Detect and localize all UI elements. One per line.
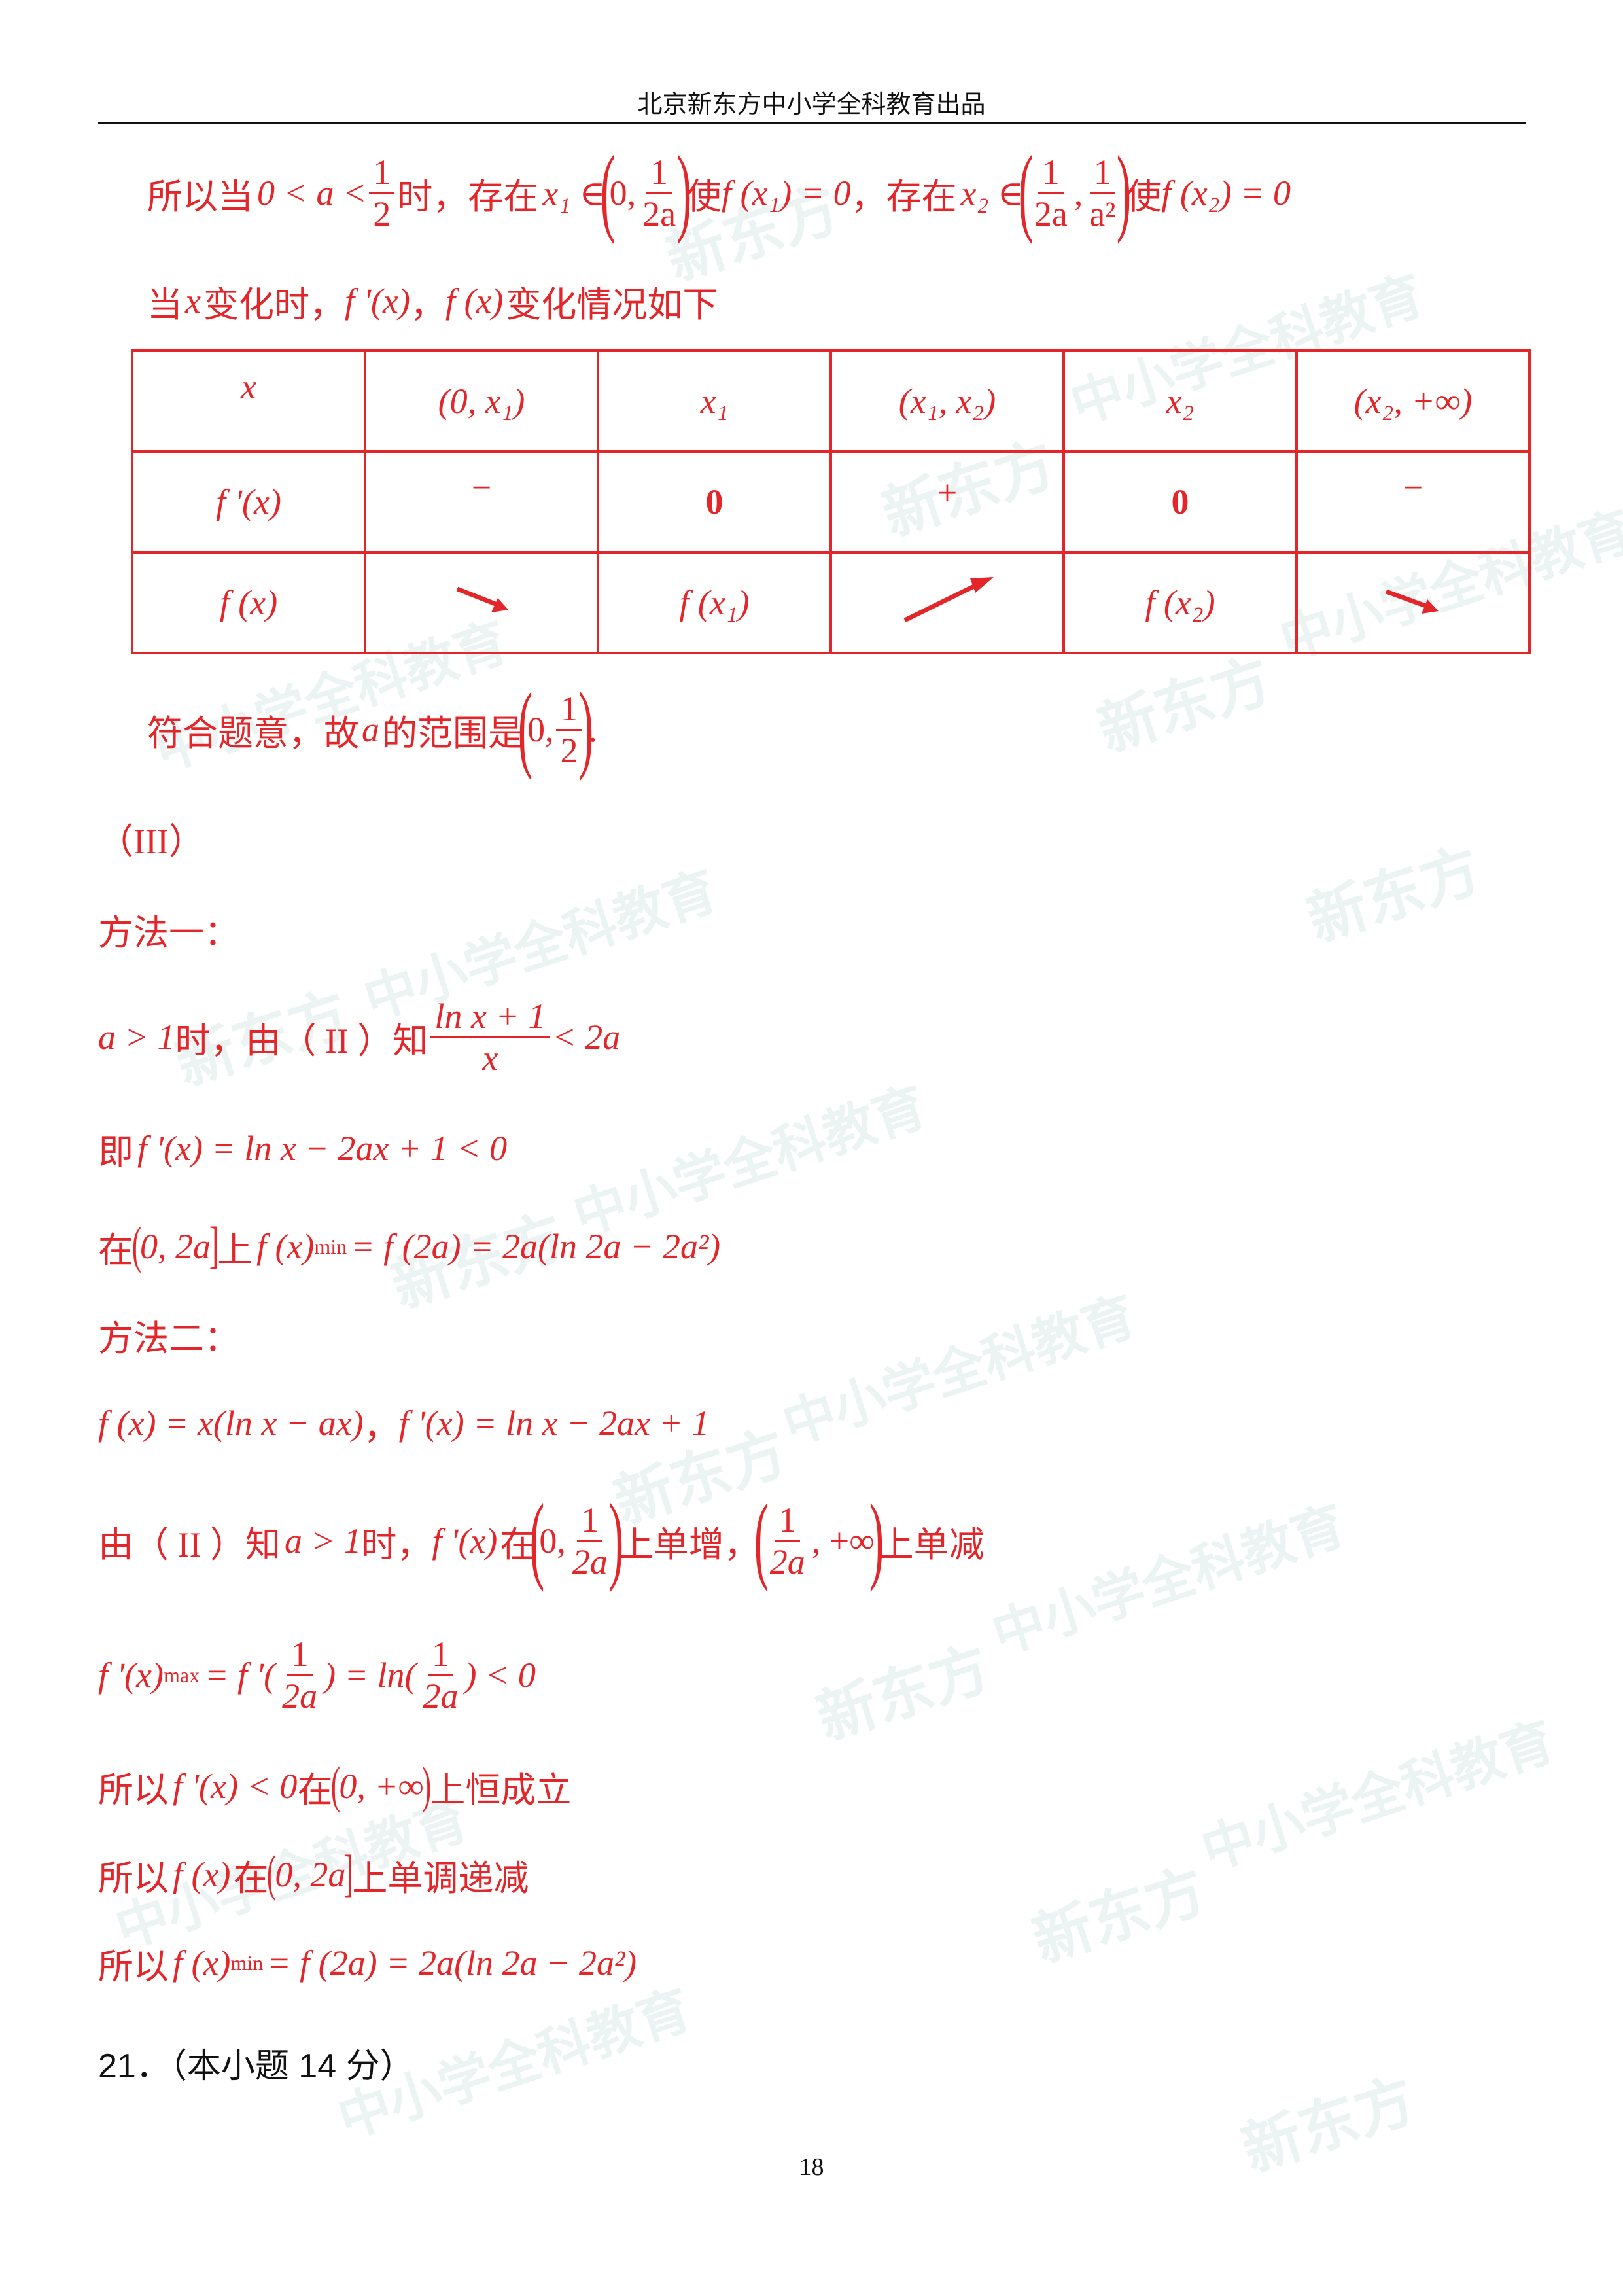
text: 时，存在 <box>397 177 539 217</box>
method-2-title: 方法二： <box>98 1318 239 1358</box>
method-2-line-2: 由（ II ）知 a > 1 时， f '(x) 在 ( 0, 1 2a ) 上单… <box>98 1484 985 1593</box>
method-2-line-3: f '(x) max = f '( 1 2a ) = ln( 1 2a ) < 0 <box>98 1634 536 1716</box>
method-2-line-6: 所以 f (x) min = f (2a) = 2a(ln 2a − 2a²) <box>98 1943 637 1987</box>
fraction-half: 12 <box>369 154 395 232</box>
table-cell <box>829 551 1065 654</box>
table-cell: x₁ <box>597 349 832 453</box>
table-cell: 0 <box>597 450 832 554</box>
page-header-title: 北京新东方中小学全科教育出品 <box>637 91 986 118</box>
table-cell: f (x₂) <box>1062 551 1298 654</box>
text: 所以当 <box>147 177 253 217</box>
fraction: 1 2a <box>282 1634 318 1716</box>
fraction: 1 a² <box>1089 152 1116 234</box>
table-cell: x₂ <box>1062 349 1298 453</box>
table-cell: 0 <box>1062 450 1298 554</box>
answer-line-range: 符合题意，故 a 的范围是 ( 0, 12 ) . <box>147 673 597 781</box>
table-row-function: f (x) f (x₁) f (x₂) <box>131 551 1531 654</box>
text: ，存在 <box>850 177 957 217</box>
fraction: 1 2a <box>572 1500 608 1581</box>
fraction-half: 12 <box>556 690 582 769</box>
table-cell: − <box>364 450 599 554</box>
fraction: 1 2a <box>423 1634 459 1716</box>
x2-membership: x₂ ∈ <box>960 173 1024 213</box>
method-1-line-1: a > 1 时，由（ II ）知 ln x + 1x < 2a <box>98 996 621 1078</box>
question-21-heading: 21．（本小题 14 分） <box>98 2047 414 2085</box>
method-2-line-1: f (x) = x(ln x − ax) ， f '(x) = ln x − 2… <box>98 1404 710 1447</box>
answer-line-table-intro: 当 x 变化时， f '(x) ， f (x) 变化情况如下 <box>147 281 718 325</box>
table-cell: f (x₁) <box>597 551 832 654</box>
table-cell: (x₂, +∞) <box>1295 349 1531 453</box>
fraction: 1 2a <box>1034 152 1068 234</box>
text: 使 <box>1126 177 1162 217</box>
table-cell: x <box>131 349 366 453</box>
method-1-title: 方法一： <box>98 913 239 953</box>
table-cell <box>364 551 599 654</box>
watermark-slogan: 中小学全科教育 <box>985 1495 1352 1665</box>
table-cell: (0, x₁) <box>364 349 599 453</box>
method-2-line-4: 所以 f '(x) < 0 在 ( 0, +∞ ) 上恒成立 <box>98 1756 572 1813</box>
method-1-line-3: 在 ( 0, 2a ] 上 f (x) min = f (2a) = 2a(ln … <box>98 1216 721 1273</box>
method-1-line-2: 即 f '(x) = ln x − 2ax + 1 < 0 <box>98 1129 508 1172</box>
fraction: 1 2a <box>642 152 676 234</box>
table-cell: + <box>829 450 1065 554</box>
paren-open: ( <box>600 136 615 245</box>
decreasing-arrow-icon <box>1385 589 1439 614</box>
paren-close: ) <box>1117 136 1132 245</box>
comma: , <box>1073 173 1083 213</box>
table-cell: f (x) <box>131 551 366 654</box>
inequality: 0 < a < <box>257 173 367 213</box>
watermark-brand: 新东方 <box>1300 837 1489 954</box>
method-2-line-5: 所以 f (x) 在 ( 0, 2a ] 上单调递减 <box>98 1845 529 1901</box>
decreasing-arrow-icon <box>456 586 508 612</box>
paren-close: ) <box>676 136 692 245</box>
equation: f (x₁) = 0 <box>721 173 851 213</box>
watermark-slogan: 中小学全科教育 <box>776 1286 1143 1455</box>
table-row-x: x (0, x₁) x₁ (x₁, x₂) x₂ (x₂, +∞) <box>131 349 1531 453</box>
page-number: 18 <box>799 2153 824 2181</box>
table-row-derivative: f '(x) − 0 + 0 − <box>131 450 1531 554</box>
paren-open: ( <box>1018 136 1034 245</box>
watermark-brand: 新东方 <box>809 1635 998 1752</box>
watermark-slogan: 中小学全科教育 <box>1195 1711 1562 1881</box>
table-cell: − <box>1295 450 1531 554</box>
fraction: 1 2a <box>769 1500 805 1581</box>
x1-membership: x₁ ∈ <box>542 173 606 213</box>
table-cell <box>1295 551 1531 654</box>
document-page: 新东方 中小学全科教育 新东方 中小学全科教育 新东方 中小学全科教育 新东方 … <box>0 0 1623 2296</box>
watermark-brand: 新东方 <box>1025 1858 1214 1975</box>
table-cell: f '(x) <box>131 450 366 554</box>
fraction: ln x + 1x <box>430 998 550 1076</box>
equation: f (x₂) = 0 <box>1161 173 1291 213</box>
header-rule <box>98 122 1526 124</box>
answer-line-existence: 所以当 0 < a < 12 时，存在 x₁ ∈ ( 0, 1 2a ) 使 f … <box>147 136 1291 245</box>
part-3-heading: （III） <box>98 821 204 861</box>
increasing-arrow-icon <box>903 576 994 622</box>
variation-table: x (0, x₁) x₁ (x₁, x₂) x₂ (x₂, +∞) f '(x)… <box>131 349 1531 654</box>
table-cell: (x₁, x₂) <box>829 349 1065 453</box>
